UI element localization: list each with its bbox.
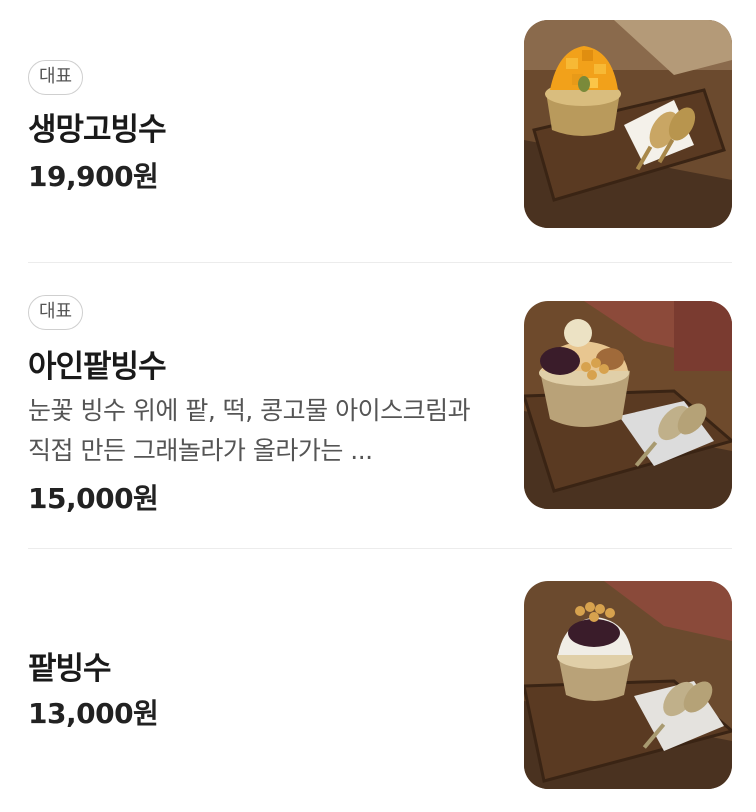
red-bean-bingsu-photo [524,301,732,509]
menu-item-name: 생망고빙수 [28,112,167,148]
menu-item-info: 대표 아인팥빙수 눈꽃 빙수 위에 팥, 떡, 콩고물 아이스크림과 직접 만든… [28,295,488,515]
menu-item-info: 팥빙수 13,000원 [28,581,488,791]
signature-badge: 대표 [28,60,84,95]
menu-item-mango-bingsu[interactable]: 대표 생망고빙수 19,900원 [28,20,732,230]
patbingsu-photo [524,581,732,789]
divider [28,548,732,549]
red-bean-bingsu-image [524,301,732,509]
menu-item-price: 15,000원 [28,482,159,515]
patbingsu-image [524,581,732,789]
menu-item-price: 13,000원 [28,697,159,730]
menu-item-description: 눈꽃 빙수 위에 팥, 떡, 콩고물 아이스크림과 직접 만든 그래놀라가 올라… [28,396,471,465]
menu-item-info: 대표 생망고빙수 19,900원 [28,20,488,230]
menu-item-ain-patbingsu[interactable]: 대표 아인팥빙수 눈꽃 빙수 위에 팥, 떡, 콩고물 아이스크림과 직접 만든… [28,295,732,515]
mango-bingsu-image [524,20,732,228]
menu-list: 대표 생망고빙수 19,900원 대표 아인팥빙수 눈꽃 빙수 위에 팥, 떡,… [0,0,756,812]
signature-badge: 대표 [28,295,84,330]
menu-item-name: 팥빙수 [28,651,112,687]
divider [28,262,732,263]
menu-item-name: 아인팥빙수 [28,349,167,385]
mango-bingsu-photo [524,20,732,228]
menu-item-patbingsu[interactable]: 팥빙수 13,000원 [28,581,732,791]
menu-item-price: 19,900원 [28,160,159,193]
